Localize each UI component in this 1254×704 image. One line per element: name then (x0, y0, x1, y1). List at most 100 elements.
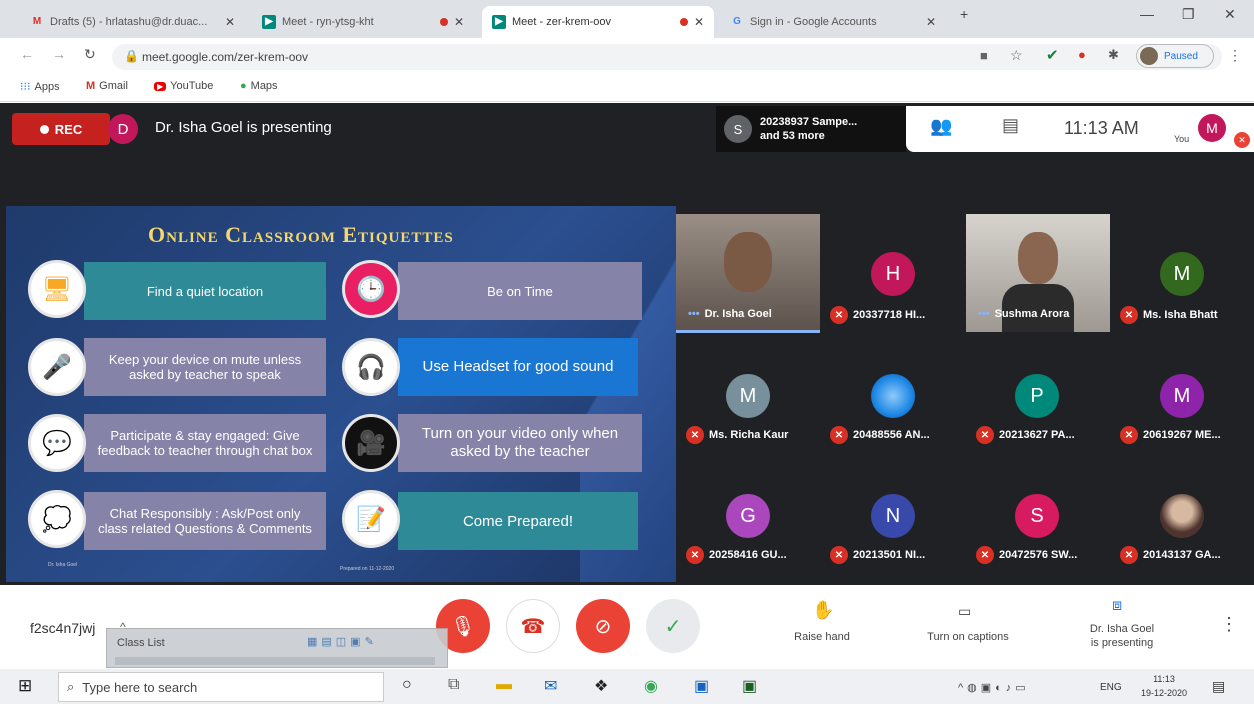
participant-avatar: H (871, 252, 915, 296)
present-screen-icon[interactable]: ⧈ (1112, 597, 1122, 615)
record-dot-icon (39, 124, 49, 134)
class-list-status-row (115, 657, 435, 665)
gmail-icon: M (86, 80, 96, 92)
other-participants-chip[interactable]: S 20238937 Sampe... and 53 more (716, 106, 906, 152)
class-list-toolbar-icons[interactable]: ▦▤◫▣✎ (307, 635, 378, 648)
notifications-icon[interactable]: ▤ (1212, 678, 1225, 695)
slide-item-on-time: Be on Time (398, 262, 642, 320)
raise-hand-icon[interactable]: ✋ (812, 600, 834, 621)
avatar: S (724, 115, 752, 143)
captions-button[interactable]: Turn on captions (912, 630, 1024, 644)
participants-icon[interactable]: 👥 (930, 116, 952, 137)
participant-name: ••• Sushma Arora (978, 308, 1070, 320)
slide-item-video: Turn on your video only when asked by th… (398, 414, 642, 472)
class-list-label: Class List (117, 637, 165, 649)
input-language[interactable]: ENG (1100, 682, 1122, 693)
close-tab-icon[interactable]: ✕ (454, 15, 464, 29)
bookmark-apps[interactable]: ⁝⁝⁝ Apps (20, 80, 60, 94)
restore-icon[interactable]: ❐ (1182, 6, 1195, 23)
mic-off-icon: ✕ (1120, 426, 1138, 444)
mic-off-icon: ✕ (976, 546, 994, 564)
task-view-icon[interactable]: ⧉ (448, 676, 459, 694)
meeting-clock: 11:13 AM (1064, 118, 1139, 138)
forward-icon[interactable]: → (52, 46, 66, 62)
close-tab-icon[interactable]: ✕ (225, 15, 235, 29)
excel-icon[interactable]: ▣ (742, 676, 757, 696)
active-speaker-indicator (676, 330, 820, 333)
mic-off-icon: ✕ (830, 426, 848, 444)
close-tab-icon[interactable]: ✕ (926, 15, 936, 29)
mic-off-icon: ✕ (1120, 546, 1138, 564)
windows-start-icon[interactable]: ⊞ (18, 676, 32, 696)
slide-item-headset: Use Headset for good sound (398, 338, 638, 396)
meet-icon: ▶ (262, 15, 276, 29)
reload-icon[interactable]: ↻ (84, 46, 96, 63)
minimize-icon[interactable]: — (1140, 6, 1154, 22)
participant-name: ✕ Ms. Isha Bhatt (1120, 306, 1218, 324)
dropbox-icon[interactable]: ❖ (594, 676, 608, 696)
more-options-icon[interactable]: ⋮ (1220, 614, 1238, 635)
recording-dot-icon (679, 18, 688, 26)
system-tray-icons[interactable]: ^◍▣◐♪▭ (958, 681, 1030, 694)
extension-icon[interactable]: ● (1078, 47, 1086, 62)
leave-call-button[interactable]: ☎ (506, 599, 560, 653)
bookmark-youtube[interactable]: ▶ YouTube (154, 80, 213, 92)
puzzle-extensions-icon[interactable]: ✱ (1108, 47, 1119, 63)
bookmark-maps[interactable]: ● Maps (240, 80, 278, 92)
bookmark-star-icon[interactable]: ☆ (1010, 47, 1023, 64)
presenting-status[interactable]: Dr. Isha Goel is presenting (1072, 622, 1172, 650)
camera-toggle-button[interactable]: ⊘ (576, 599, 630, 653)
video-camera-icon: 🎥 (342, 414, 400, 472)
browser-tab-google-signin[interactable]: G Sign in - Google Accounts ✕ (720, 6, 946, 38)
participant-avatar-image (1160, 494, 1204, 538)
participant-avatar: M (1160, 374, 1204, 418)
raise-hand-button[interactable]: Raise hand (782, 630, 862, 644)
maps-pin-icon: ● (240, 80, 247, 92)
self-muted-icon: ✕ (1234, 132, 1250, 148)
hang-up-icon: ☎ (520, 615, 546, 638)
search-icon: ⌕ (67, 679, 75, 694)
camera-icon[interactable]: ■ (980, 48, 988, 63)
participant-avatar: P (1015, 374, 1059, 418)
check-extension-icon[interactable]: ✔ (1046, 46, 1059, 64)
participant-name: ✕ 20213627 PA... (976, 426, 1075, 444)
speaking-icon: ••• (688, 308, 700, 320)
word-icon[interactable]: ▣ (694, 676, 709, 696)
new-tab-icon[interactable]: + (960, 6, 968, 22)
mic-off-icon: ✕ (830, 306, 848, 324)
cortana-icon[interactable]: ○ (402, 676, 412, 694)
recording-dot-icon (439, 18, 448, 26)
meeting-code[interactable]: f2sc4n7jwj (30, 620, 95, 636)
bookmark-gmail[interactable]: M Gmail (86, 80, 128, 92)
presenting-banner: Dr. Isha Goel is presenting (155, 119, 332, 136)
lock-icon: 🔒 (124, 49, 139, 63)
close-tab-icon[interactable]: ✕ (694, 15, 704, 29)
file-explorer-icon[interactable]: ▬ (496, 676, 512, 694)
browser-tab-gmail[interactable]: M Drafts (5) - hrlatashu@dr.duac... ✕ (20, 6, 245, 38)
participant-name: ✕ 20488556 AN... (830, 426, 930, 444)
captions-icon[interactable]: ▭ (958, 603, 971, 620)
profile-button[interactable]: Paused (1136, 44, 1214, 68)
chat-icon[interactable]: ▤ (1002, 115, 1019, 136)
slide-footer-left: Dr. Isha Goel (48, 562, 78, 568)
notepad-icon: 📝 (342, 490, 400, 548)
attendance-extension-button[interactable]: ✓ (646, 599, 700, 653)
window-close-icon[interactable]: ✕ (1224, 6, 1236, 23)
taskbar-clock[interactable]: 11:13 19-12-2020 (1134, 672, 1194, 700)
browser-tab-meet-1[interactable]: ▶ Meet - ryn-ytsg-kht ✕ (252, 6, 474, 38)
self-avatar[interactable]: M (1198, 114, 1226, 142)
class-list-overlay[interactable]: Class List ▦▤◫▣✎ (106, 628, 448, 668)
participant-avatar: G (726, 494, 770, 538)
chrome-icon[interactable]: ◉ (644, 676, 658, 696)
presenter-avatar: D (108, 114, 138, 144)
more-menu-icon[interactable]: ⋮ (1228, 47, 1242, 64)
back-icon[interactable]: ← (20, 46, 34, 62)
taskbar-search-box[interactable]: ⌕ Type here to search (58, 672, 384, 702)
participant-avatar: M (1160, 252, 1204, 296)
url-text[interactable]: meet.google.com/zer-krem-oov (142, 50, 308, 64)
participant-name: ✕ Ms. Richa Kaur (686, 426, 788, 444)
mail-icon[interactable]: ✉ (544, 676, 557, 696)
browser-tab-meet-active[interactable]: ▶ Meet - zer-krem-oov ✕ (482, 6, 714, 38)
speech-bubble-icon: 💭 (28, 490, 86, 548)
muted-mic-icon: 🎤 (28, 338, 86, 396)
